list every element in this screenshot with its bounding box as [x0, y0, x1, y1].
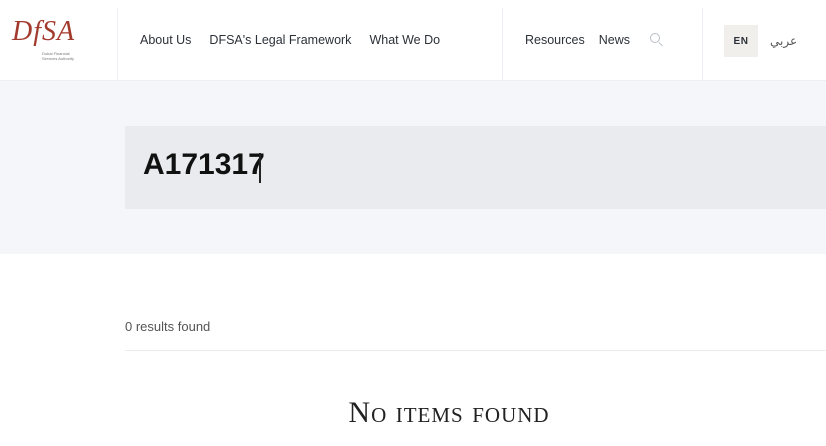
- nav-item-resources[interactable]: Resources: [525, 33, 585, 47]
- nav-item-news[interactable]: News: [599, 33, 630, 47]
- nav-item-what-we-do[interactable]: What We Do: [369, 33, 440, 47]
- search-box[interactable]: [125, 126, 826, 209]
- results-divider: [125, 350, 826, 351]
- header-divider: [502, 8, 503, 80]
- text-caret: [259, 153, 261, 183]
- header-divider: [117, 8, 118, 80]
- results-count: 0 results found: [125, 319, 211, 334]
- site-header: DfSA Dubai Financial Services Authority …: [0, 0, 826, 81]
- no-items-message: No items found: [348, 396, 550, 429]
- nav-item-legal-framework[interactable]: DFSA's Legal Framework: [209, 33, 351, 47]
- secondary-nav: Resources News: [525, 33, 664, 47]
- language-en-button[interactable]: EN: [724, 25, 758, 57]
- primary-nav: About Us DFSA's Legal Framework What We …: [140, 33, 440, 47]
- search-input[interactable]: [143, 148, 743, 182]
- nav-item-about-us[interactable]: About Us: [140, 33, 191, 47]
- search-icon[interactable]: [650, 33, 664, 47]
- header-divider: [702, 8, 703, 80]
- logo-wordmark: DfSA: [12, 16, 76, 47]
- language-ar-link[interactable]: عربي: [770, 34, 797, 48]
- dfsa-logo[interactable]: DfSA Dubai Financial Services Authority: [10, 14, 86, 64]
- logo-subtitle: Dubai Financial Services Authority: [42, 51, 75, 61]
